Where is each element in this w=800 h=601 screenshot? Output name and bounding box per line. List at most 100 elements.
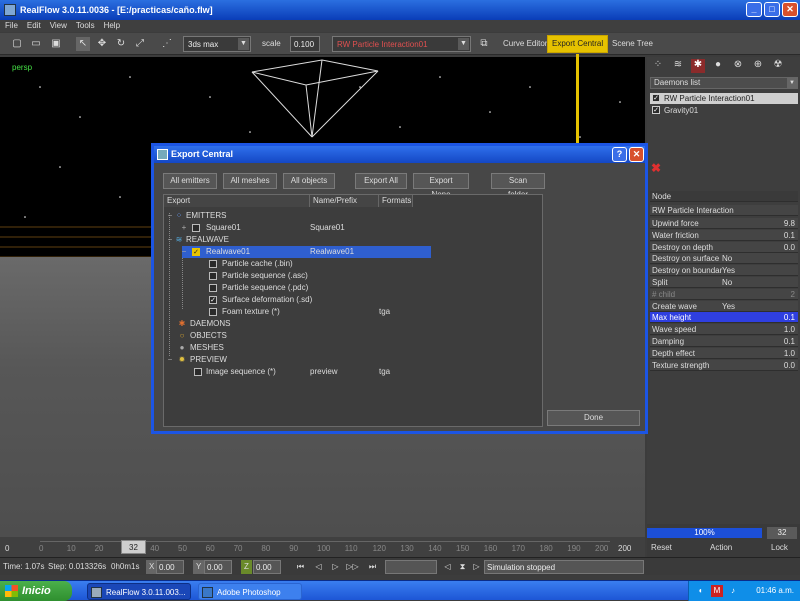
new-file-icon[interactable]: ▢ [10,37,24,51]
timeline[interactable]: 0 32 200 0 10 20 40 50 60 70 80 90 100 110 120 130 14… [0,537,645,557]
tree-row-particle-asc[interactable]: Particle sequence (.asc) [164,270,542,282]
task-realflow[interactable]: RealFlow 3.0.11.003... [87,583,191,600]
frame-range-field[interactable] [385,560,437,574]
daemon-select[interactable]: RW Particle Interaction01 ▼ [332,36,471,52]
tab-export-central[interactable]: Export Central [546,35,609,53]
scan-folder-button[interactable]: Scan folder [491,173,545,199]
expand-icon[interactable]: + [180,224,188,232]
lock-button[interactable]: Lock [771,542,788,554]
checkbox[interactable] [194,368,202,376]
tree-row-emitters[interactable]: − ⁘ EMITTERS [164,210,542,222]
property-row[interactable]: Water friction 0.1 [650,229,798,241]
prev-frame-icon[interactable]: ◁ [312,561,325,573]
tree-row-particle-cache[interactable]: Particle cache (.bin) [164,258,542,270]
close-dialog-button[interactable]: ✕ [629,147,644,162]
daemon-item-gravity[interactable]: ✓ Gravity01 [650,105,798,116]
menu-help[interactable]: Help [104,20,120,32]
property-row[interactable]: Destroy on boundar Yes [650,265,798,277]
menu-view[interactable]: View [50,20,67,32]
daemons-list-select[interactable]: Daemons list ▼ [650,77,798,89]
tree-row-daemons[interactable]: ✱ DAEMONS [164,318,542,330]
property-row[interactable]: Wave speed 1.0 [650,324,798,336]
volume-icon[interactable]: ♪ [727,585,739,597]
all-emitters-button[interactable]: All emitters [163,173,217,189]
progress-frame[interactable]: 32 [767,527,797,539]
scale-input[interactable]: 0.100 [290,36,320,52]
open-folder-icon[interactable]: ▭ [29,37,43,51]
select-arrow-icon[interactable]: ↖ [76,37,90,51]
tree-row-image-sequence[interactable]: Image sequence (*) preview tga [164,366,542,378]
last-frame-icon[interactable]: ⏭ [366,561,379,573]
tree-row-objects[interactable]: ○ OBJECTS [164,330,542,342]
objects-icon[interactable]: ● [711,59,725,73]
expand-icon[interactable]: − [166,236,174,244]
tree-row-realwave[interactable]: − ≋ REALWAVE [164,234,542,246]
reset-button[interactable]: Reset [651,542,672,554]
property-value[interactable]: 1.0 [784,324,795,335]
property-value[interactable]: No [722,277,732,288]
property-value[interactable]: Yes [722,265,735,276]
expand-icon[interactable]: − [166,212,174,220]
property-value[interactable]: 0.0 [784,360,795,371]
radiation-icon[interactable]: ☢ [771,59,785,73]
column-header-export[interactable]: Export [164,195,310,207]
property-value[interactable]: 9.8 [784,218,795,229]
tree-row-foam-texture[interactable]: Foam texture (*) tga [164,306,542,318]
checkbox[interactable]: ✓ [192,248,200,256]
menu-tools[interactable]: Tools [76,20,95,32]
property-value[interactable]: Yes [722,301,735,312]
checkbox[interactable] [209,284,217,292]
next-frame-icon[interactable]: ▷▷ [346,561,359,573]
emitters-icon[interactable]: ⁘ [651,59,665,73]
tree-row-realwave01[interactable]: − ✓ Realwave01 Realwave01 [182,246,431,258]
help-button[interactable]: ? [612,147,627,162]
timer-icon[interactable]: ⧗ [456,561,469,573]
property-value[interactable]: No [722,253,732,264]
tree-row-preview[interactable]: − ✹ PREVIEW [164,354,542,366]
scale-icon[interactable]: ⤢ [133,37,147,51]
meshes-icon[interactable]: ⊗ [731,59,745,73]
action-button[interactable]: Action [710,542,732,554]
move-icon[interactable]: ✥ [95,37,109,51]
all-meshes-button[interactable]: All meshes [223,173,277,189]
export-all-button[interactable]: Export All [355,173,407,189]
all-objects-button[interactable]: All objects [283,173,335,189]
delete-icon[interactable]: ✖ [651,161,661,175]
property-row[interactable]: Max height 0.1 [650,312,798,324]
checkbox[interactable]: ✓ [652,106,660,114]
current-frame-field[interactable]: 32 [121,540,146,554]
export-tree[interactable]: Export Name/Prefix Formats − ⁘ EMITTERS … [163,194,543,427]
export-none-button[interactable]: Export None [413,173,469,199]
property-row[interactable]: Create wave Yes [650,300,798,312]
tree-row-surface-deformation[interactable]: ✓ Surface deformation (.sd) [164,294,542,306]
play-icon[interactable]: ▷ [329,561,342,573]
z-input[interactable]: 0.00 [253,560,281,574]
maximize-button[interactable]: □ [764,2,780,17]
property-row[interactable]: Destroy on depth 0.0 [650,241,798,253]
checkbox[interactable]: ✓ [652,94,660,102]
column-header-name[interactable]: Name/Prefix [310,195,379,207]
property-row[interactable]: Split No [650,277,798,288]
property-value[interactable]: 0.1 [784,312,795,323]
tree-row-meshes[interactable]: ● MESHES [164,342,542,354]
task-photoshop[interactable]: Adobe Photoshop [198,583,302,600]
tab-curve-editor[interactable]: Curve Editor [499,36,551,52]
daemons-icon[interactable]: ✱ [691,59,705,73]
property-row[interactable]: Destroy on surface No [650,253,798,265]
y-input[interactable]: 0.00 [204,560,232,574]
property-row[interactable]: Texture strength 0.0 [650,359,798,371]
property-value[interactable]: 0.0 [784,242,795,253]
checkbox[interactable] [192,224,200,232]
constraints-icon[interactable]: ⊕ [751,59,765,73]
property-value[interactable]: 0.1 [784,230,795,241]
x-input[interactable]: 0.00 [156,560,184,574]
property-row[interactable]: # child 2 [650,288,798,300]
checkbox[interactable] [209,308,217,316]
column-header-formats[interactable]: Formats [379,195,413,207]
format-select[interactable]: 3ds max ▼ [183,36,251,52]
menu-edit[interactable]: Edit [27,20,41,32]
forward-icon[interactable]: ▷ [470,561,483,573]
expand-icon[interactable]: − [180,248,188,256]
expand-icon[interactable]: − [166,356,174,364]
mail-icon[interactable]: M [711,585,723,597]
